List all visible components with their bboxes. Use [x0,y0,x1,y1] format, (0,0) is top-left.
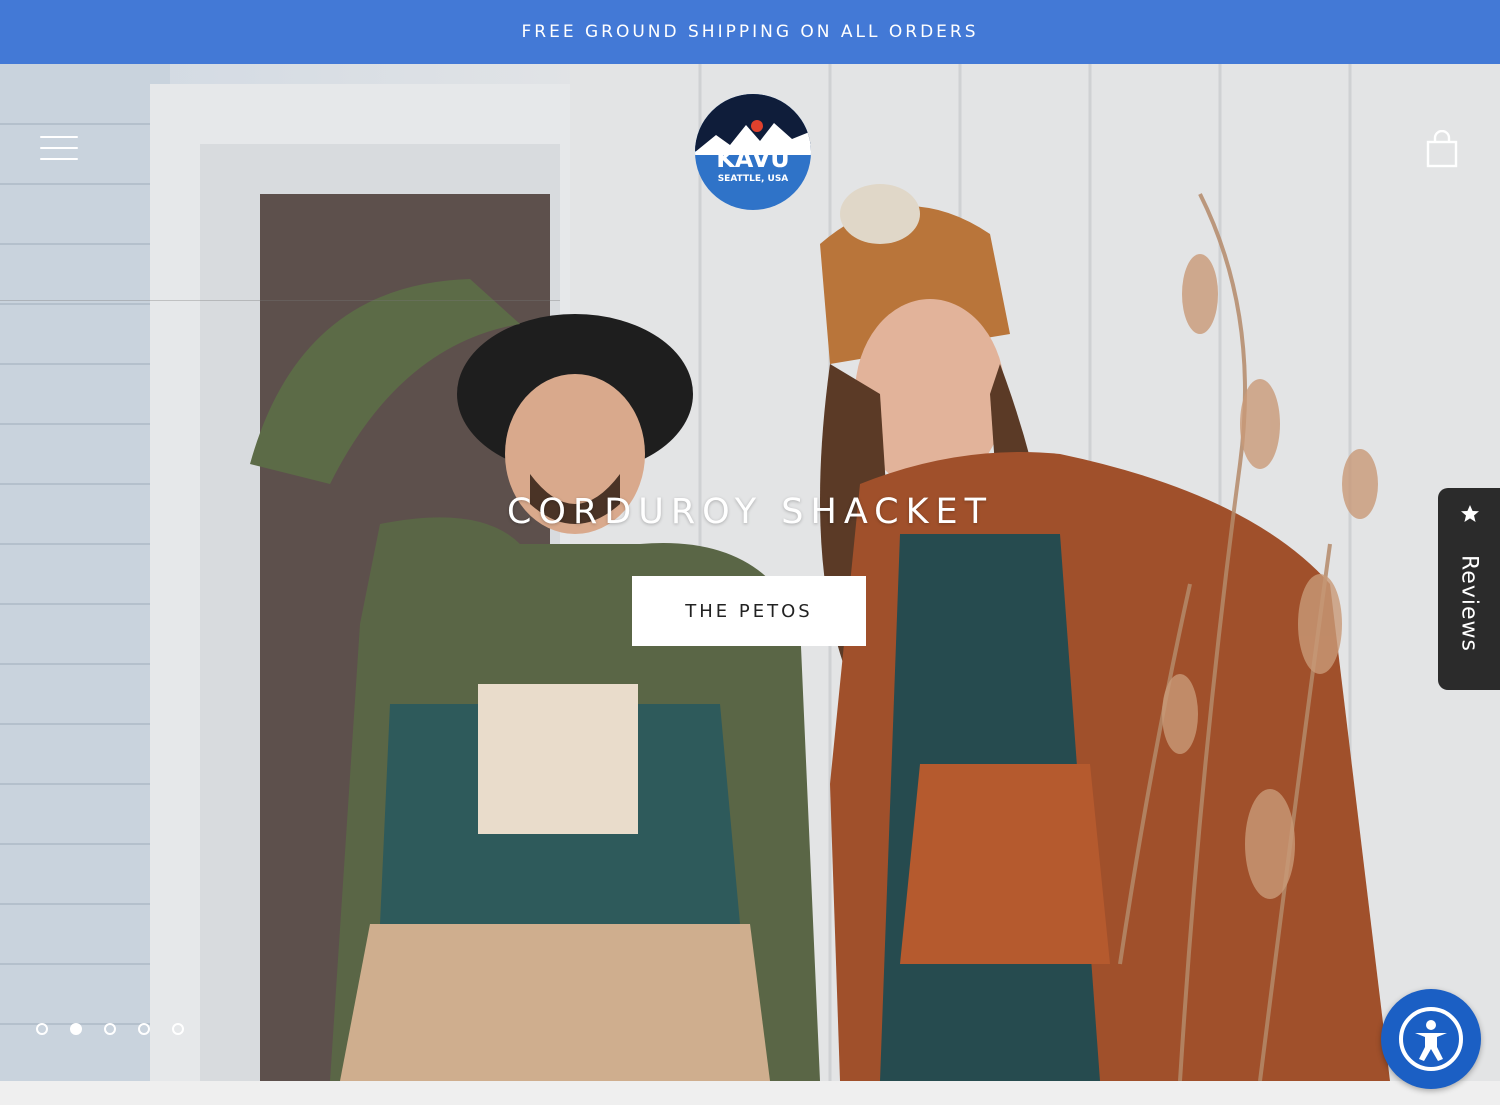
header-divider [0,300,560,301]
star-icon [1461,505,1479,522]
cart-button[interactable] [1424,129,1460,170]
slide-dot-4[interactable] [138,1023,150,1035]
shopping-bag-icon [1426,129,1458,168]
reviews-label: Reviews [1456,554,1482,652]
brand-logo[interactable]: KAVU SEATTLE, USA [694,93,812,211]
reviews-tab[interactable]: Reviews [1438,488,1500,690]
shop-cta-button[interactable]: THE PETOS [632,576,866,646]
slide-dot-2[interactable] [70,1023,82,1035]
accessibility-icon [1399,1007,1463,1071]
hamburger-icon [40,136,78,138]
slide-dot-1[interactable] [36,1023,48,1035]
announcement-text: FREE GROUND SHIPPING ON ALL ORDERS [521,22,979,42]
announcement-bar: FREE GROUND SHIPPING ON ALL ORDERS [0,0,1500,64]
page-below-hero [0,1081,1500,1105]
slide-dot-3[interactable] [104,1023,116,1035]
kavu-logo-icon: KAVU SEATTLE, USA [695,94,811,210]
hero-banner [0,64,1500,1081]
hero-photo [0,64,1500,1081]
logo-brand-text: KAVU [716,145,790,173]
slide-pagination [36,1023,184,1035]
menu-button[interactable] [40,136,78,166]
slide-dot-5[interactable] [172,1023,184,1035]
accessibility-button[interactable] [1381,989,1481,1089]
hero-title: CORDUROY SHACKET [506,492,994,532]
logo-tagline-text: SEATTLE, USA [718,174,789,184]
